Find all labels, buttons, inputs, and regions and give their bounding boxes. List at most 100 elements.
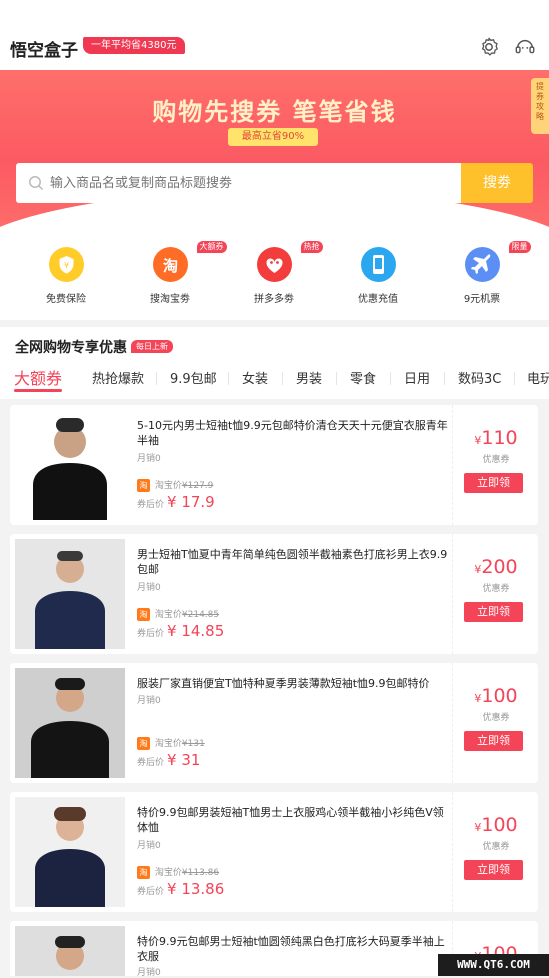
hero-title: 购物先搜券 笔笔省钱	[152, 98, 397, 126]
coupon-amount: 100	[481, 814, 518, 836]
shortcut-label: 优惠充值	[358, 294, 398, 305]
product-image	[15, 926, 125, 976]
category-tabs: 大额券 热抢爆款 9.9包邮 女装 男装 零食 日用 数码3C 电玩	[0, 365, 549, 395]
claim-button[interactable]: 立即领	[464, 731, 523, 751]
taobao-label: 淘宝价	[154, 481, 182, 491]
claim-button[interactable]: 立即领	[464, 602, 523, 622]
coupon-area: ¥110 优惠券 立即领	[452, 405, 538, 525]
tab-digital[interactable]: 数码3C	[458, 368, 501, 387]
hero-subtitle: 最高立省90%	[228, 128, 318, 146]
section-title: 全网购物专享优惠	[15, 340, 127, 356]
svg-text:¥: ¥	[63, 261, 68, 270]
tab-big-coupon[interactable]: 大额券	[14, 365, 62, 389]
shortcut-recharge[interactable]: 优惠充值	[338, 247, 418, 305]
taobao-icon: 淘	[137, 479, 150, 492]
search-button[interactable]: 搜劵	[461, 163, 533, 203]
product-card[interactable]: 服装厂家直销便宜T恤特种夏季男装薄款短袖t恤9.9包邮特价 月销0 淘 淘宝价¥…	[10, 663, 538, 783]
tab-divider	[156, 372, 157, 385]
product-title: 男士短袖T恤夏中青年简单纯色圆领半截袖素色打底衫男上衣9.9包邮	[137, 548, 448, 576]
product-card[interactable]: 特价9.9包邮男装短袖T恤男士上衣服鸡心领半截袖小衫纯色V领体恤 月销0 淘 淘…	[10, 792, 538, 912]
tab-divider	[336, 372, 337, 385]
taobao-icon: 淘	[137, 608, 150, 621]
monthly-sales: 月销0	[137, 968, 161, 978]
app-title: 悟空盒子	[10, 41, 78, 61]
tab-free-shipping[interactable]: 9.9包邮	[170, 368, 217, 387]
coupon-guide-tab[interactable]: 提券攻略	[531, 78, 549, 134]
taobao-price-row: 淘 淘宝价¥131	[137, 736, 205, 750]
coupon-value: ¥110	[453, 427, 539, 449]
taobao-price: ¥113.86	[181, 868, 220, 878]
monthly-sales: 月销0	[137, 583, 161, 593]
taobao-icon: 淘	[137, 737, 150, 750]
shortcut-taobao-coupon[interactable]: 淘 大额券 搜淘宝劵	[130, 241, 227, 305]
product-title: 特价9.9元包邮男士短袖t恤圆领纯黑白色打底衫大码夏季半袖上衣服	[137, 935, 445, 963]
after-coupon-price: ¥ 31	[167, 751, 201, 769]
shortcut-free-insurance[interactable]: ¥ 免费保险	[26, 247, 106, 305]
taobao-label: 淘宝价	[154, 610, 182, 620]
monthly-sales: 月销0	[137, 841, 161, 851]
coupon-label: 优惠券	[482, 842, 510, 852]
tab-women[interactable]: 女装	[242, 368, 268, 387]
save-badge: 一年平均省4380元	[83, 37, 186, 54]
coupon-label: 优惠券	[482, 584, 510, 594]
hero-banner: 购物先搜券 笔笔省钱 最高立省90% 提券攻略 搜劵	[0, 70, 549, 235]
tab-divider	[444, 372, 445, 385]
after-coupon-row: 券后价 ¥ 31	[137, 751, 200, 769]
shield-icon: ¥	[48, 247, 84, 282]
product-card[interactable]: 男士短袖T恤夏中青年简单纯色圆领半截袖素色打底衫男上衣9.9包邮 月销0 淘 淘…	[10, 534, 538, 654]
tab-hot-deals[interactable]: 热抢爆款	[92, 368, 144, 387]
airplane-icon: 限量	[464, 241, 531, 282]
taobao-label: 淘宝价	[154, 868, 182, 878]
after-coupon-label: 券后价	[137, 887, 165, 897]
tab-games[interactable]: 电玩	[527, 368, 549, 387]
coupon-value: ¥200	[453, 556, 539, 578]
product-image	[15, 410, 125, 520]
product-image	[15, 539, 125, 649]
after-coupon-price: ¥ 13.86	[167, 880, 225, 898]
after-coupon-row: 券后价 ¥ 14.85	[137, 622, 224, 640]
coupon-label: 优惠券	[482, 713, 510, 723]
active-tab-underline	[14, 389, 62, 392]
after-coupon-price: ¥ 17.9	[167, 493, 215, 511]
shortcut-label: 搜淘宝劵	[150, 294, 190, 305]
shortcut-tag: 热抢	[300, 241, 323, 253]
after-coupon-label: 券后价	[137, 629, 165, 639]
tab-divider	[514, 372, 515, 385]
deals-section: 全网购物专享优惠 每日上新 大额券 热抢爆款 9.9包邮 女装 男装 零食 日用…	[0, 327, 549, 399]
customer-service-icon[interactable]	[514, 36, 536, 58]
taobao-price-row: 淘 淘宝价¥127.9	[137, 478, 213, 492]
tab-snacks[interactable]: 零食	[350, 368, 376, 387]
tab-men[interactable]: 男装	[296, 368, 322, 387]
taobao-price: ¥127.9	[181, 481, 214, 491]
tab-divider	[282, 372, 283, 385]
product-card[interactable]: 5-10元内男士短袖t恤9.9元包邮特价清仓天天十元便宜衣服青年半袖 月销0 淘…	[10, 405, 538, 525]
claim-button[interactable]: 立即领	[464, 473, 523, 493]
pinduoduo-icon: 热抢	[256, 241, 323, 282]
claim-button[interactable]: 立即领	[464, 860, 523, 880]
coupon-area: ¥200 优惠券 立即领	[452, 534, 538, 654]
taobao-price-row: 淘 淘宝价¥113.86	[137, 865, 219, 879]
coupon-area: ¥100 优惠券 立即领	[452, 792, 538, 912]
search-box[interactable]	[16, 163, 461, 203]
tab-divider	[390, 372, 391, 385]
tab-divider	[228, 372, 229, 385]
product-image	[15, 797, 125, 907]
after-coupon-label: 券后价	[137, 758, 165, 768]
coupon-amount: 110	[481, 427, 518, 449]
coupon-guide-label: 提券攻略	[536, 82, 544, 121]
taobao-icon: 淘	[137, 866, 150, 879]
shortcut-bar: ¥ 免费保险 淘 大额券 搜淘宝劵 热抢 拼多多劵 优惠充值 限量 9元机票	[0, 235, 549, 320]
search-input[interactable]	[50, 163, 450, 203]
shortcut-flight[interactable]: 限量 9元机票	[442, 241, 531, 305]
phone-icon	[360, 247, 396, 282]
after-coupon-label: 券后价	[137, 500, 165, 510]
monthly-sales: 月销0	[137, 696, 161, 706]
top-bar: 悟空盒子 一年平均省4380元	[0, 0, 549, 70]
tab-daily-use[interactable]: 日用	[404, 368, 430, 387]
gear-icon[interactable]	[478, 36, 500, 58]
shortcut-label: 免费保险	[46, 294, 86, 305]
coupon-value: ¥100	[453, 685, 539, 707]
product-title: 5-10元内男士短袖t恤9.9元包邮特价清仓天天十元便宜衣服青年半袖	[137, 419, 448, 447]
shortcut-pinduoduo-coupon[interactable]: 热抢 拼多多劵	[234, 241, 323, 305]
coupon-amount: 100	[481, 685, 518, 707]
